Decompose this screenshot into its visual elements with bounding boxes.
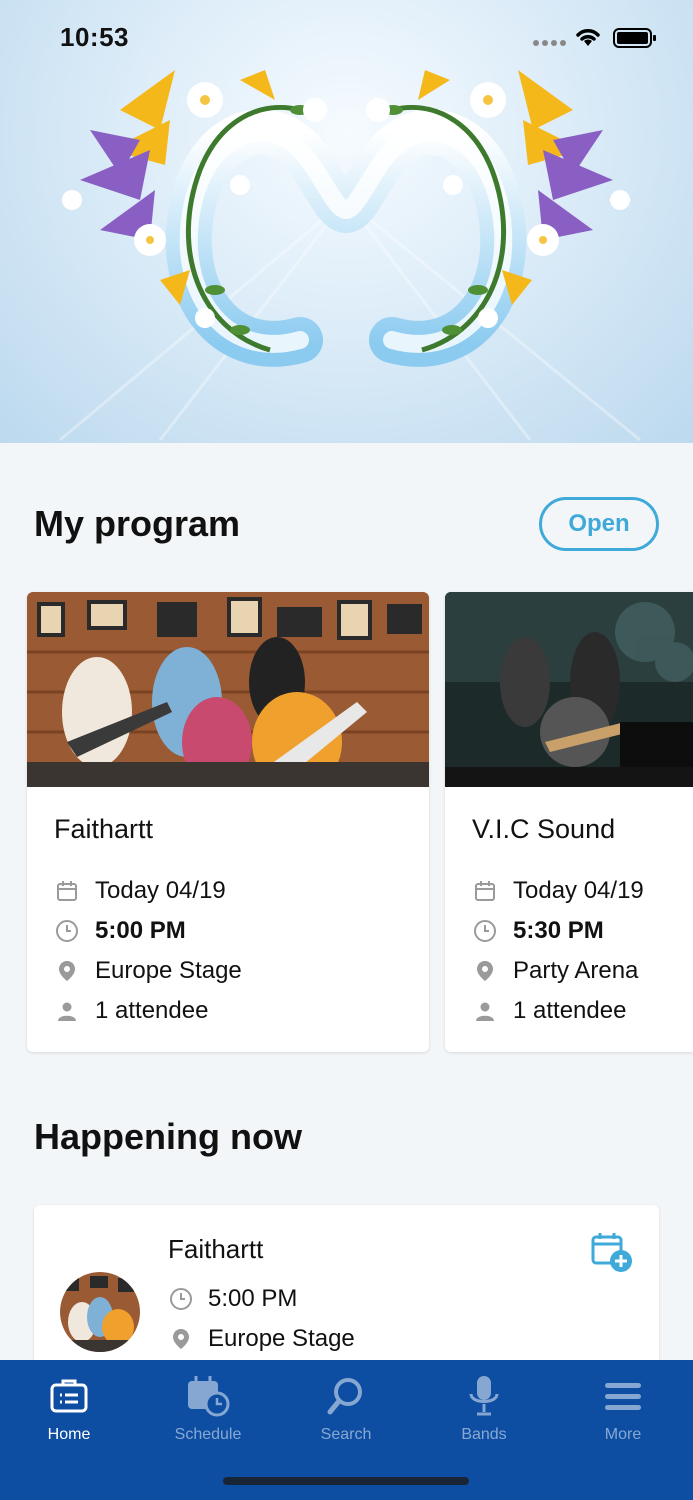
tab-home[interactable]: Home xyxy=(9,1372,129,1444)
program-card-attendees: 1 attendee xyxy=(54,996,208,1026)
home-indicator[interactable] xyxy=(223,1477,469,1485)
battery-icon xyxy=(613,28,656,48)
open-button[interactable]: Open xyxy=(539,497,659,551)
menu-icon xyxy=(605,1383,641,1410)
my-program-title: My program xyxy=(34,503,241,544)
program-card-attendees: 1 attendee xyxy=(472,996,626,1026)
program-card[interactable]: V.I.C Sound Today 04/19 5:30 PM Party Ar… xyxy=(445,592,693,1052)
program-card-time: 5:30 PM xyxy=(472,916,604,946)
happening-now-band: Faithartt xyxy=(168,1234,264,1264)
band-photo xyxy=(445,592,693,787)
program-card-title: Faithartt xyxy=(54,814,154,844)
person-icon xyxy=(472,998,498,1024)
tab-search[interactable]: Search xyxy=(286,1372,406,1444)
happening-now-location: Europe Stage xyxy=(168,1324,355,1354)
calendar-icon xyxy=(472,878,498,904)
status-bar: 10:53 xyxy=(0,0,693,80)
add-to-calendar-icon[interactable] xyxy=(590,1230,634,1274)
program-card-location: Party Arena xyxy=(472,956,638,986)
signal-icon xyxy=(533,40,566,46)
clock-icon xyxy=(54,918,80,944)
clock-icon xyxy=(472,918,498,944)
program-card-time: 5:00 PM xyxy=(54,916,186,946)
microphone-icon xyxy=(469,1376,499,1416)
person-icon xyxy=(54,998,80,1024)
band-photo xyxy=(27,592,429,787)
search-icon xyxy=(327,1378,362,1415)
tab-bands[interactable]: Bands xyxy=(424,1372,544,1444)
happening-now-title: Happening now xyxy=(34,1116,302,1157)
location-pin-icon xyxy=(472,958,498,984)
program-card[interactable]: Faithartt Today 04/19 5:00 PM Europe Sta… xyxy=(27,592,429,1052)
location-pin-icon xyxy=(168,1326,194,1352)
wifi-icon xyxy=(576,29,600,46)
program-card-date: Today 04/19 xyxy=(472,876,644,906)
calendar-icon xyxy=(54,878,80,904)
program-card-location: Europe Stage xyxy=(54,956,242,986)
home-icon xyxy=(50,1379,88,1413)
clock-icon xyxy=(168,1286,194,1312)
happening-now-time: 5:00 PM xyxy=(168,1284,297,1314)
schedule-icon xyxy=(188,1376,230,1417)
program-card-date: Today 04/19 xyxy=(54,876,226,906)
band-avatar xyxy=(60,1272,140,1352)
program-card-title: V.I.C Sound xyxy=(472,814,616,844)
tab-more[interactable]: More xyxy=(563,1372,683,1444)
tab-schedule[interactable]: Schedule xyxy=(148,1372,268,1444)
location-pin-icon xyxy=(54,958,80,984)
status-time: 10:53 xyxy=(60,22,129,52)
